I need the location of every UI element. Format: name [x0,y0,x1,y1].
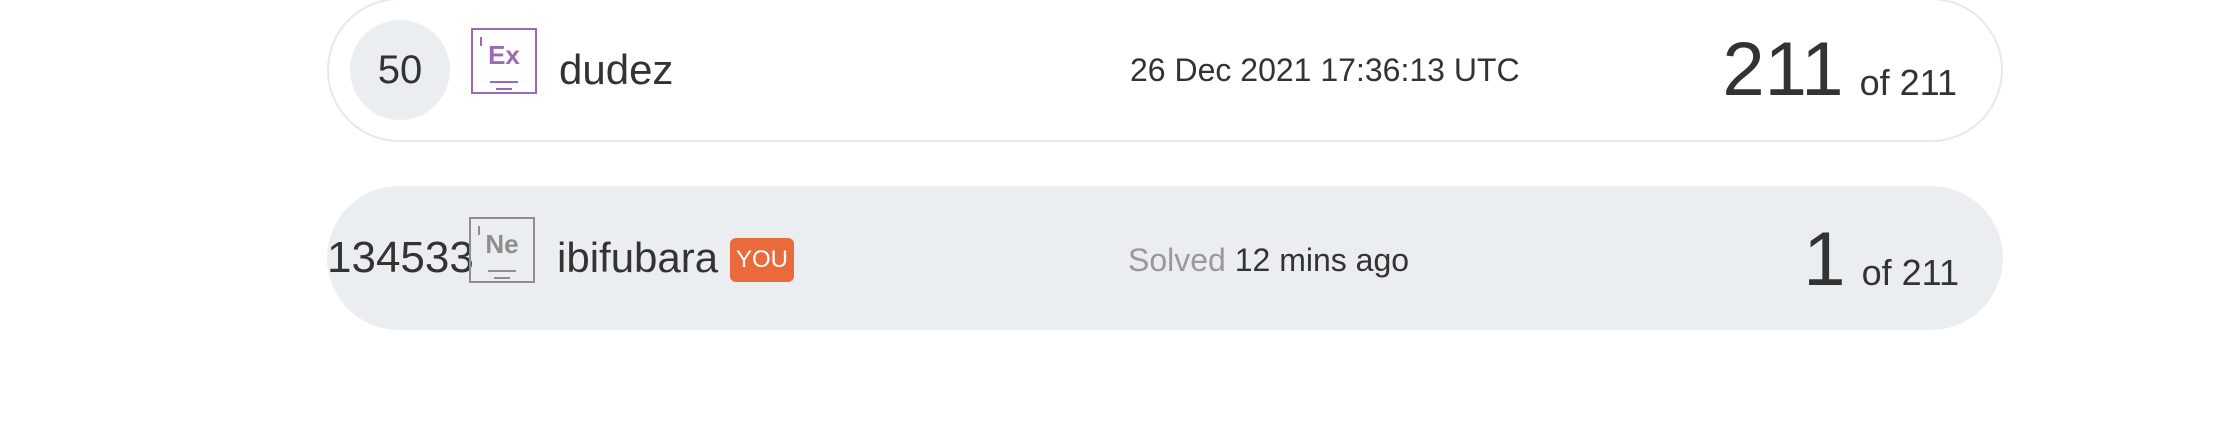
score: 211 of 211 [1722,26,1957,114]
score-value: 211 [1722,27,1844,112]
username-link[interactable]: dudez [559,44,673,96]
leaderboard-row-current-user: 134533 Ne ibifubara YOU Solved 12 mins a… [327,186,2003,330]
element-badge-icon: Ex [471,28,537,94]
score-total: of 211 [1861,252,1959,293]
score: 1 of 211 [1803,216,1959,304]
leaderboard-row: 50 Ex dudez 26 Dec 2021 17:36:13 UTC 211… [327,0,2003,142]
solved-relative-time: 12 mins ago [1234,242,1410,278]
rank-number: 134533 [327,233,474,282]
element-symbol: Ne [485,229,519,259]
solve-time: Solved 12 mins ago [1128,240,1409,280]
you-badge: YOU [730,238,794,282]
score-total: of 211 [1859,62,1957,103]
solve-timestamp: 26 Dec 2021 17:36:13 UTC [1130,52,1520,88]
solved-label: Solved [1128,242,1226,278]
element-badge-icon: Ne [469,217,535,283]
element-symbol: Ex [488,40,520,70]
score-value: 1 [1803,217,1846,302]
username-link[interactable]: ibifubara [557,232,718,284]
rank-number: 50 [350,20,450,120]
